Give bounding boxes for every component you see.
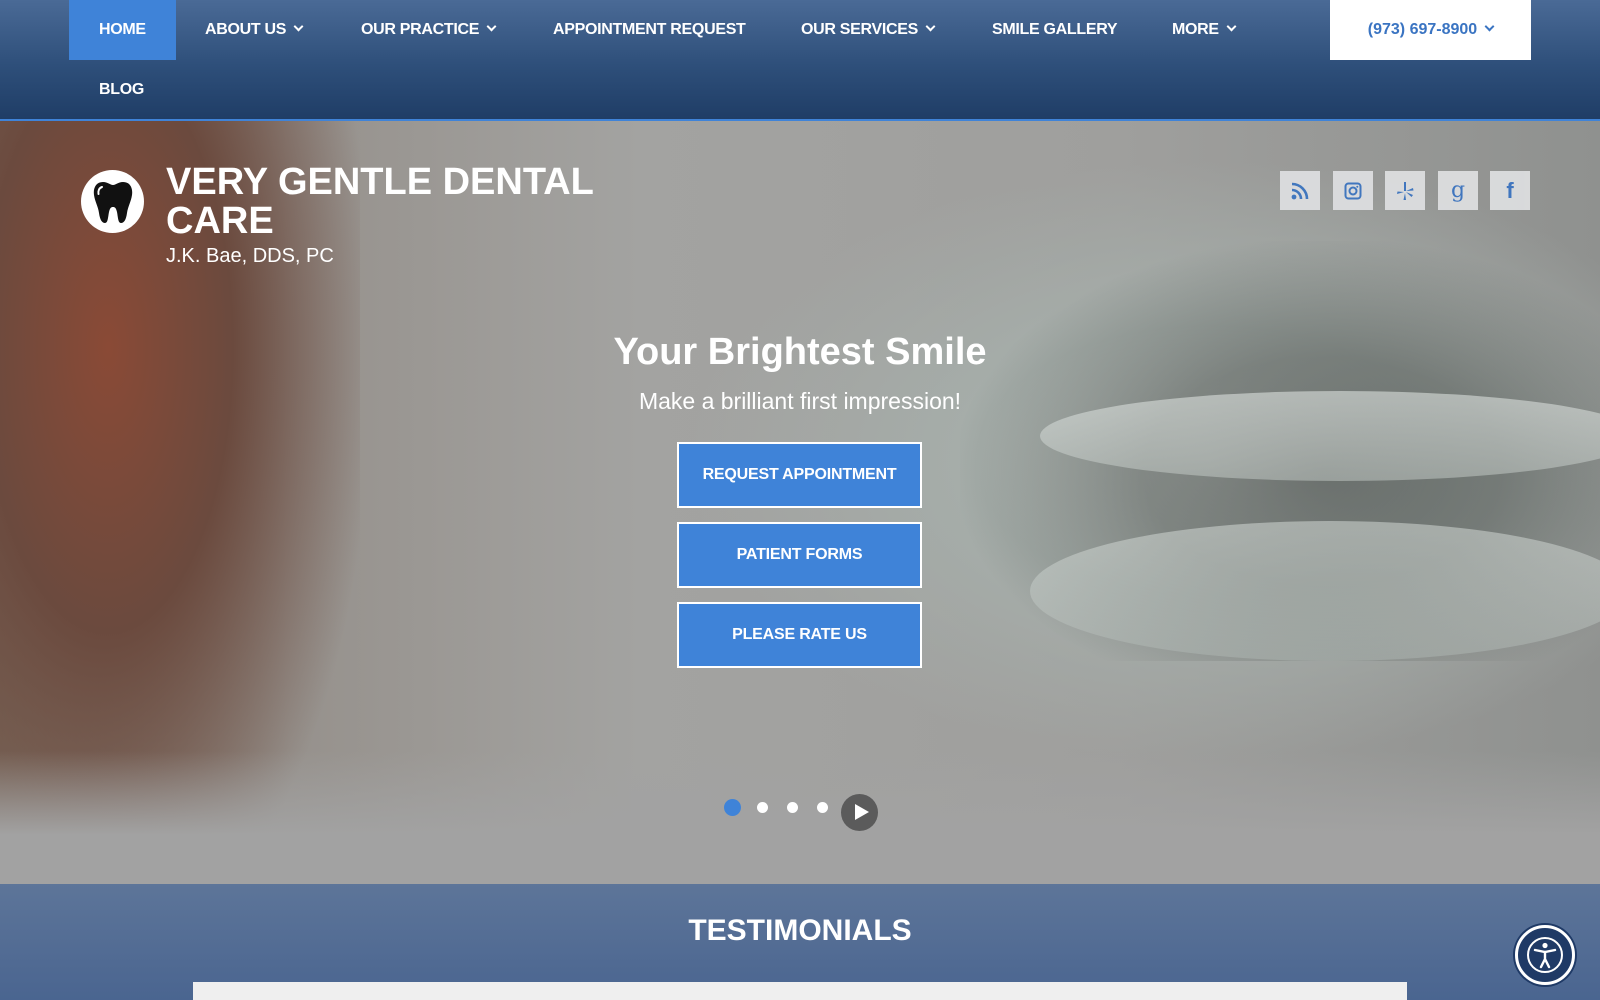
chevron-down-icon [1226,21,1237,32]
chevron-down-icon [1484,21,1495,32]
nav-blog[interactable]: BLOG [99,60,144,120]
facebook-icon: f [1506,177,1514,203]
hero-subtitle: Make a brilliant first impression! [638,388,962,414]
google-link[interactable]: g [1438,171,1478,210]
nav-about-us-label: ABOUT US [205,21,287,38]
brand-subtitle: J.K. Bae, DDS, PC [166,245,334,267]
accessibility-button[interactable] [1515,925,1575,985]
slide-dot-4[interactable] [817,802,828,813]
nav-smile-gallery[interactable]: SMILE GALLERY [992,0,1118,60]
instagram-icon [1344,182,1362,199]
chevron-down-icon [293,21,304,32]
slide-dot-3[interactable] [787,802,798,813]
hero-title: Your Brightest Smile [613,331,987,373]
nav-about-us[interactable]: ABOUT US [205,0,304,60]
tooth-icon [93,181,132,223]
xray-lower-teeth [1030,521,1600,661]
rss-icon [1291,182,1309,199]
nav-our-practice[interactable]: OUR PRACTICE [361,0,497,60]
main-navigation: HOME ABOUT US OUR PRACTICE APPOINTMENT R… [0,0,1600,121]
accessibility-icon [1527,937,1563,973]
slide-dot-1[interactable] [724,799,741,816]
patient-forms-button[interactable]: PATIENT FORMS [677,522,922,588]
nav-more-label: MORE [1172,21,1219,38]
nav-more[interactable]: MORE [1172,0,1237,60]
chevron-down-icon [925,21,936,32]
facebook-link[interactable]: f [1490,171,1530,210]
play-icon[interactable] [841,794,878,831]
testimonial-card [193,982,1407,1000]
nav-our-practice-label: OUR PRACTICE [361,21,480,38]
nav-blog-label: BLOG [99,81,145,98]
google-icon: g [1450,178,1466,203]
testimonials-title: TESTIMONIALS [688,914,912,947]
chevron-down-icon [486,21,497,32]
nav-our-services-label: OUR SERVICES [801,21,919,38]
nav-appointment-request[interactable]: APPOINTMENT REQUEST [553,0,746,60]
yelp-link[interactable] [1385,171,1425,210]
hero-slider: VERY GENTLE DENTAL CARE J.K. Bae, DDS, P… [0,121,1600,884]
yelp-icon [1397,181,1414,200]
phone-dropdown-button[interactable]: (973) 697-8900 [1330,0,1531,60]
please-rate-us-button[interactable]: PLEASE RATE US [677,602,922,668]
nav-our-services[interactable]: OUR SERVICES [801,0,936,60]
nav-appointment-request-label: APPOINTMENT REQUEST [553,21,746,38]
nav-home[interactable]: HOME [69,0,176,60]
brand-name[interactable]: VERY GENTLE DENTAL CARE [166,163,626,241]
nav-home-label: HOME [99,21,146,38]
hero-background-fade [0,751,1600,884]
phone-number: (973) 697-8900 [1367,21,1478,38]
rss-link[interactable] [1280,171,1320,210]
instagram-link[interactable] [1333,171,1373,210]
slide-dot-2[interactable] [757,802,768,813]
request-appointment-button[interactable]: REQUEST APPOINTMENT [677,442,922,508]
brand-logo[interactable] [81,170,144,233]
nav-smile-gallery-label: SMILE GALLERY [992,21,1118,38]
testimonials-section: TESTIMONIALS [0,884,1600,1000]
